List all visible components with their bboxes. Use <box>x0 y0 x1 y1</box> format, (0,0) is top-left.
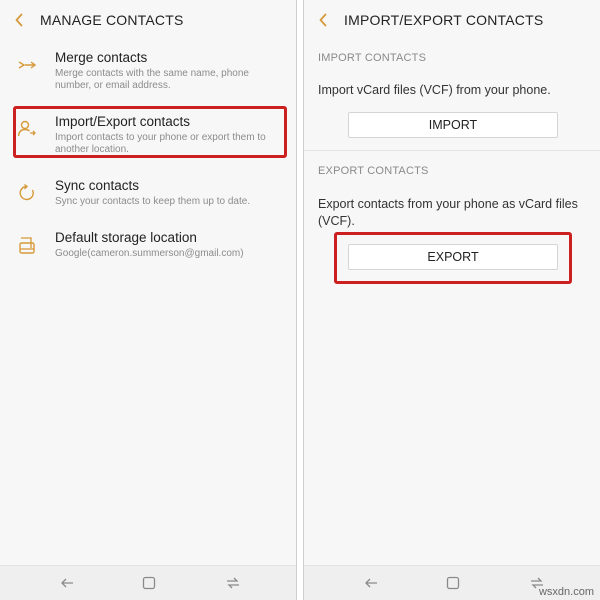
menu-item-description: Sync your contacts to keep them up to da… <box>55 196 251 207</box>
menu-item-description: Merge contacts with the same name, phone… <box>55 68 249 91</box>
menu-item-merge-contacts[interactable]: Merge contacts Merge contacts with the s… <box>0 44 296 94</box>
export-section-label: EXPORT CONTACTS <box>318 165 429 177</box>
menu-item-title: Default storage location <box>55 230 197 245</box>
highlight-box <box>334 232 572 284</box>
page-title: IMPORT/EXPORT CONTACTS <box>344 12 544 28</box>
back-button[interactable] <box>304 0 332 40</box>
screen-divider <box>296 0 304 600</box>
header: MANAGE CONTACTS <box>0 0 296 40</box>
merge-icon <box>18 61 37 69</box>
recent-apps-icon[interactable] <box>224 574 242 592</box>
back-arrow-icon[interactable] <box>362 574 380 592</box>
menu-item-sync-contacts[interactable]: Sync contacts Sync your contacts to keep… <box>0 172 296 222</box>
header: IMPORT/EXPORT CONTACTS <box>304 0 600 40</box>
highlight-box <box>13 106 287 158</box>
menu-item-default-storage-location[interactable]: Default storage location Google(cameron.… <box>0 224 296 274</box>
home-square-icon[interactable] <box>140 574 158 592</box>
back-button[interactable] <box>0 0 28 40</box>
import-button[interactable]: IMPORT <box>348 112 558 138</box>
manage-contacts-screen: MANAGE CONTACTS Merge contacts Merge con… <box>0 0 296 600</box>
chevron-left-icon <box>15 13 23 27</box>
home-square-icon[interactable] <box>444 574 462 592</box>
import-export-contacts-screen: IMPORT/EXPORT CONTACTS IMPORT CONTACTS I… <box>304 0 600 600</box>
menu-item-description: Google(cameron.summerson@gmail.com) <box>55 248 244 259</box>
back-arrow-icon[interactable] <box>58 574 76 592</box>
page-title: MANAGE CONTACTS <box>40 12 184 28</box>
watermark: wsxdn.com <box>538 586 594 598</box>
storage-icon <box>19 237 35 254</box>
import-section-label: IMPORT CONTACTS <box>318 52 427 64</box>
section-divider <box>304 150 600 151</box>
import-description: Import vCard files (VCF) from your phone… <box>318 83 551 97</box>
menu-item-title: Merge contacts <box>55 50 148 65</box>
menu-item-title: Sync contacts <box>55 178 140 193</box>
chevron-left-icon <box>319 13 327 27</box>
sync-icon <box>19 183 34 201</box>
navigation-bar <box>0 565 296 600</box>
export-description: Export contacts from your phone as vCard… <box>318 197 578 228</box>
